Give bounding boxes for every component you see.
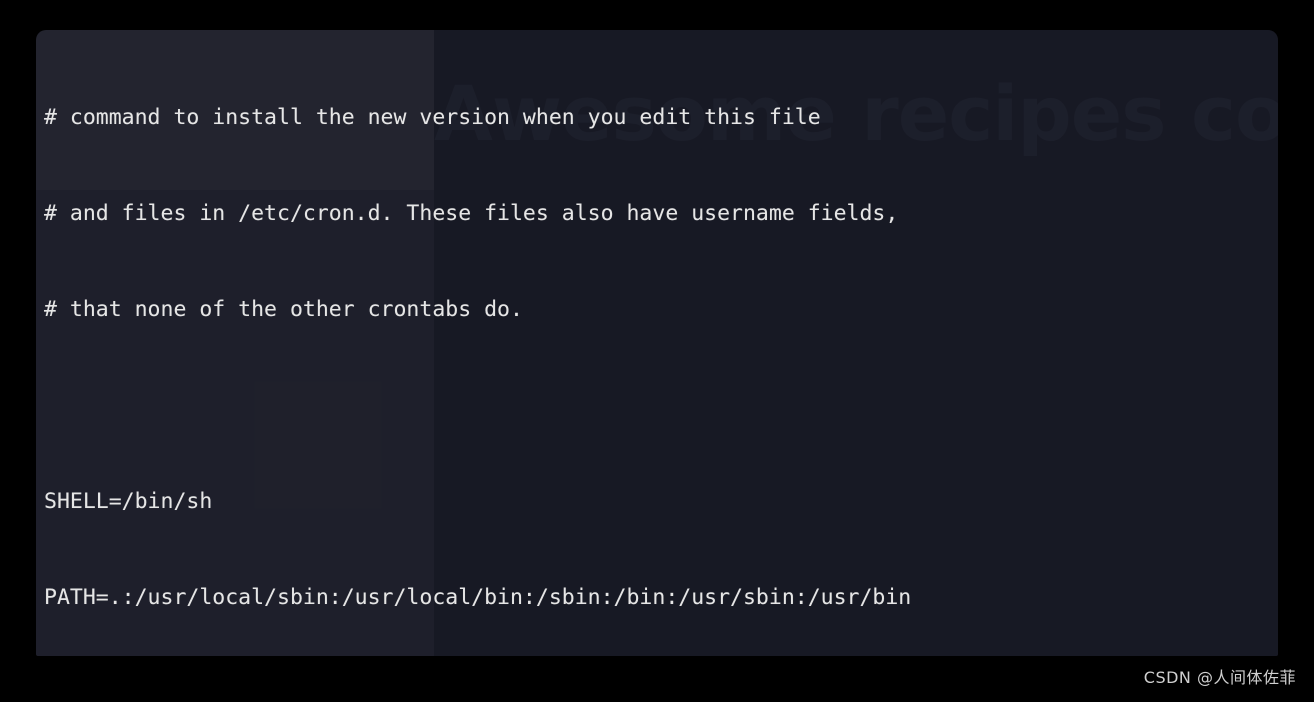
csdn-watermark: CSDN @人间体佐菲 — [1143, 668, 1296, 687]
terminal-window[interactable]: Awesome recipes co # command to install … — [36, 30, 1278, 656]
terminal-line: # command to install the new version whe… — [44, 105, 821, 130]
terminal-line: SHELL=/bin/sh — [44, 489, 213, 514]
terminal-line: # and files in /etc/cron.d. These files … — [44, 201, 899, 226]
terminal-line: PATH=.:/usr/local/sbin:/usr/local/bin:/s… — [44, 585, 912, 610]
terminal-line: # that none of the other crontabs do. — [44, 297, 523, 322]
terminal-output[interactable]: # command to install the new version whe… — [44, 38, 1278, 656]
